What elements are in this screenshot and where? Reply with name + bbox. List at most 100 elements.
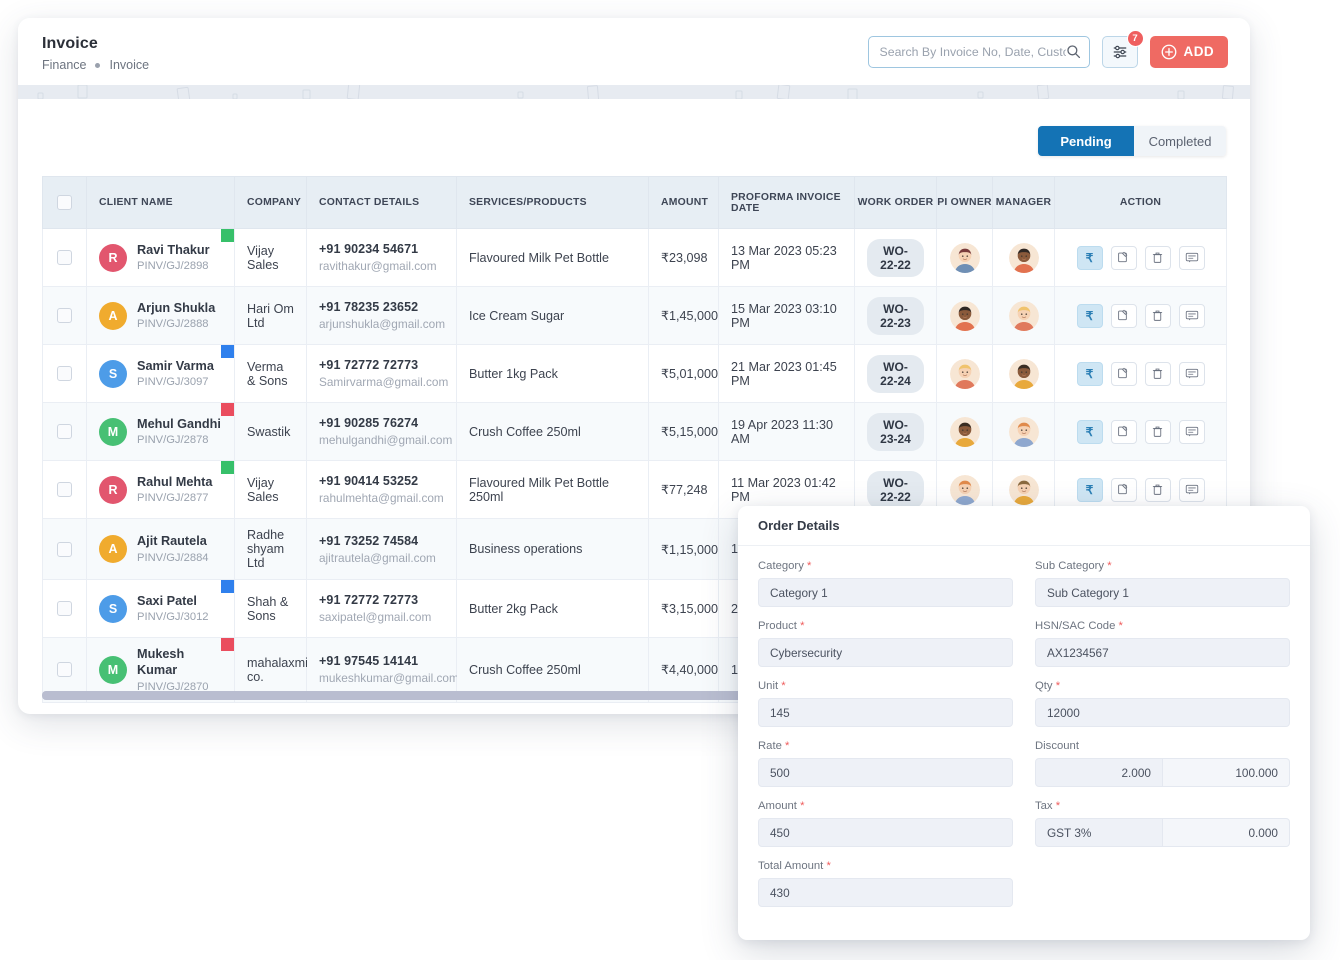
input-unit[interactable]: 145 xyxy=(758,698,1013,727)
input-sub-category[interactable]: Sub Category 1 xyxy=(1035,578,1290,607)
delete-action-button[interactable] xyxy=(1145,362,1171,386)
comment-icon xyxy=(1185,309,1199,322)
input-category[interactable]: Category 1 xyxy=(758,578,1013,607)
input-qty[interactable]: 12000 xyxy=(1035,698,1290,727)
client-invoice-id: PINV/GJ/2898 xyxy=(137,260,210,272)
col-client-name: CLIENT NAME xyxy=(87,177,235,229)
col-proforma-invoice-date: PROFORMA INVOICE DATE xyxy=(719,177,855,229)
rupee-action-button[interactable]: ₹ xyxy=(1077,362,1103,386)
input-amount[interactable]: 450 xyxy=(758,818,1013,847)
status-toggle: Pending Completed xyxy=(1038,126,1226,156)
avatar-illustration xyxy=(950,475,980,505)
delete-action-button[interactable] xyxy=(1145,246,1171,270)
row-select-cell xyxy=(43,287,87,345)
comment-action-button[interactable] xyxy=(1179,420,1205,444)
label-product: Product * xyxy=(758,620,1013,632)
row-checkbox[interactable] xyxy=(57,366,72,381)
avatar-illustration xyxy=(1009,301,1039,331)
breadcrumb-separator-dot xyxy=(95,63,100,68)
row-checkbox[interactable] xyxy=(57,308,72,323)
contact-phone: +91 72772 72773 xyxy=(319,593,444,607)
client-name-cell: AArjun ShuklaPINV/GJ/2888 xyxy=(87,287,235,345)
client-avatar: S xyxy=(99,360,127,388)
work-order-badge[interactable]: WO-22-24 xyxy=(867,355,924,393)
edit-action-button[interactable] xyxy=(1111,362,1137,386)
client-invoice-id: PINV/GJ/3012 xyxy=(137,611,209,623)
row-checkbox[interactable] xyxy=(57,542,72,557)
input-tax-type[interactable]: GST 3% xyxy=(1035,818,1163,847)
search-icon[interactable] xyxy=(1066,44,1081,59)
company-cell: Shah & Sons xyxy=(235,580,307,638)
table-row[interactable]: RRavi ThakurPINV/GJ/2898Vijay Sales+91 9… xyxy=(43,229,1227,287)
app-root: Invoice Finance Invoice xyxy=(0,0,1340,960)
label-category: Category * xyxy=(758,560,1013,572)
table-row[interactable]: MMehul GandhiPINV/GJ/2878Swastik+91 9028… xyxy=(43,403,1227,461)
delete-action-button[interactable] xyxy=(1145,478,1171,502)
amount-cell: ₹23,098 xyxy=(649,229,719,287)
table-row[interactable]: SSamir VarmaPINV/GJ/3097Verma & Sons+91 … xyxy=(43,345,1227,403)
tab-completed[interactable]: Completed xyxy=(1134,126,1226,156)
search-input[interactable] xyxy=(880,45,1066,59)
field-tax: Tax * GST 3% 0.000 xyxy=(1035,800,1290,847)
rupee-action-button[interactable]: ₹ xyxy=(1077,246,1103,270)
table-row[interactable]: AArjun ShuklaPINV/GJ/2888Hari Om Ltd+91 … xyxy=(43,287,1227,345)
label-tax: Tax * xyxy=(1035,800,1290,812)
client-invoice-id: PINV/GJ/2884 xyxy=(137,552,209,564)
client-avatar: S xyxy=(99,595,127,623)
input-tax-amount[interactable]: 0.000 xyxy=(1163,818,1290,847)
scrollbar-thumb[interactable] xyxy=(42,691,742,700)
avatar-illustration xyxy=(950,243,980,273)
comment-action-button[interactable] xyxy=(1179,304,1205,328)
edit-action-button[interactable] xyxy=(1111,246,1137,270)
work-order-badge[interactable]: WO-23-24 xyxy=(867,413,924,451)
search-box[interactable] xyxy=(868,36,1090,68)
edit-action-button[interactable] xyxy=(1111,478,1137,502)
comment-action-button[interactable] xyxy=(1179,478,1205,502)
client-name-cell: RRavi ThakurPINV/GJ/2898 xyxy=(87,229,235,287)
service-cell: Butter 2kg Pack xyxy=(457,580,649,638)
comment-action-button[interactable] xyxy=(1179,246,1205,270)
input-total-amount[interactable]: 430 xyxy=(758,878,1013,907)
edit-action-button[interactable] xyxy=(1111,304,1137,328)
row-checkbox[interactable] xyxy=(57,250,72,265)
client-name: Mehul Gandhi xyxy=(137,417,221,433)
filter-button[interactable]: 7 xyxy=(1102,36,1138,68)
avatar-illustration xyxy=(950,301,980,331)
row-checkbox[interactable] xyxy=(57,662,72,677)
row-select-cell xyxy=(43,461,87,519)
breadcrumb-item-invoice[interactable]: Invoice xyxy=(109,58,149,72)
tab-pending[interactable]: Pending xyxy=(1038,126,1134,156)
work-order-badge[interactable]: WO-22-22 xyxy=(867,471,924,509)
amount-cell: ₹1,45,000 xyxy=(649,287,719,345)
row-checkbox[interactable] xyxy=(57,424,72,439)
work-order-badge[interactable]: WO-22-23 xyxy=(867,297,924,335)
breadcrumb-item-finance[interactable]: Finance xyxy=(42,58,86,72)
input-hsn-sac[interactable]: AX1234567 xyxy=(1035,638,1290,667)
label-amount: Amount * xyxy=(758,800,1013,812)
delete-action-button[interactable] xyxy=(1145,304,1171,328)
client-name-cell: SSamir VarmaPINV/GJ/3097 xyxy=(87,345,235,403)
add-button[interactable]: ADD xyxy=(1150,36,1228,68)
edit-action-button[interactable] xyxy=(1111,420,1137,444)
contact-details-cell: +91 90234 54671ravithakur@gmail.com xyxy=(307,229,457,287)
rupee-action-button[interactable]: ₹ xyxy=(1077,478,1103,502)
input-discount-percent[interactable]: 2.000 xyxy=(1035,758,1163,787)
row-checkbox[interactable] xyxy=(57,482,72,497)
contact-phone: +91 90285 76274 xyxy=(319,416,444,430)
delete-action-button[interactable] xyxy=(1145,420,1171,444)
input-discount-amount[interactable]: 100.000 xyxy=(1163,758,1290,787)
avatar-illustration xyxy=(950,417,980,447)
client-avatar: A xyxy=(99,535,127,563)
row-checkbox[interactable] xyxy=(57,601,72,616)
service-cell: Butter 1kg Pack xyxy=(457,345,649,403)
rupee-action-button[interactable]: ₹ xyxy=(1077,304,1103,328)
comment-action-button[interactable] xyxy=(1179,362,1205,386)
input-product[interactable]: Cybersecurity xyxy=(758,638,1013,667)
input-rate[interactable]: 500 xyxy=(758,758,1013,787)
select-all-checkbox[interactable] xyxy=(57,195,72,210)
work-order-badge[interactable]: WO-22-22 xyxy=(867,239,924,277)
rupee-action-button[interactable]: ₹ xyxy=(1077,420,1103,444)
action-cell: ₹ xyxy=(1055,287,1227,345)
contact-details-cell: +91 72772 72773saxipatel@gmail.com xyxy=(307,580,457,638)
company-cell: Radhe shyam Ltd xyxy=(235,519,307,580)
